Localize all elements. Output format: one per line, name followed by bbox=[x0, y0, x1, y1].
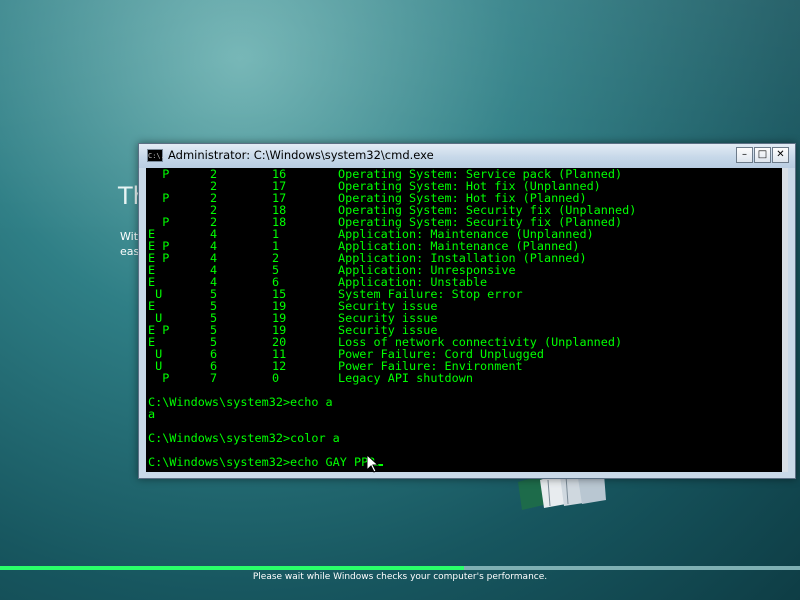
row-category: 2 bbox=[210, 203, 218, 217]
cmd-window[interactable]: C:\. Administrator: C:\Windows\system32\… bbox=[138, 143, 796, 479]
command-input-line[interactable]: C:\Windows\system32>echo GAY PPR bbox=[148, 456, 636, 468]
row-code: 18 bbox=[272, 215, 287, 229]
maximize-button[interactable]: □ bbox=[754, 147, 771, 163]
row-category: 4 bbox=[210, 263, 218, 277]
row-category: 5 bbox=[210, 323, 218, 337]
background-text-line1: Wit bbox=[120, 230, 139, 243]
status-message: Please wait while Windows checks your co… bbox=[252, 572, 548, 582]
row-category: 4 bbox=[210, 251, 218, 265]
minimize-button[interactable]: – bbox=[736, 147, 753, 163]
row-code: 0 bbox=[272, 371, 280, 385]
row-flags: P bbox=[148, 215, 170, 229]
close-button[interactable]: ✕ bbox=[772, 147, 789, 163]
mouse-pointer-icon bbox=[367, 455, 379, 473]
row-category: 4 bbox=[210, 275, 218, 289]
row-category: 6 bbox=[210, 359, 218, 373]
row-category: 2 bbox=[210, 168, 218, 181]
row-flags: E P bbox=[148, 251, 170, 265]
row-flags: E P bbox=[148, 323, 170, 337]
progress-fill bbox=[0, 566, 464, 570]
window-title: Administrator: C:\Windows\system32\cmd.e… bbox=[168, 148, 434, 162]
row-category: 6 bbox=[210, 347, 218, 361]
row-code: 1 bbox=[272, 227, 280, 241]
row-flags: U bbox=[148, 287, 163, 301]
row-code: 1 bbox=[272, 239, 280, 253]
progress-bar bbox=[0, 566, 800, 570]
console-line: a bbox=[148, 407, 156, 421]
row-category: 7 bbox=[210, 371, 218, 385]
command-input-text[interactable]: C:\Windows\system32>echo GAY PPR bbox=[148, 455, 375, 469]
row-category: 4 bbox=[210, 227, 218, 241]
row-description: Legacy API shutdown bbox=[338, 371, 473, 385]
row-code: 5 bbox=[272, 263, 280, 277]
row-code: 2 bbox=[272, 251, 280, 265]
row-code: 12 bbox=[272, 359, 287, 373]
scrollbar[interactable] bbox=[782, 168, 788, 472]
row-category: 2 bbox=[210, 215, 218, 229]
row-flags: P bbox=[148, 371, 170, 385]
row-category: 5 bbox=[210, 335, 218, 349]
background-text-line2: eas bbox=[120, 245, 140, 258]
row-category: 4 bbox=[210, 239, 218, 253]
console-line: C:\Windows\system32>echo a bbox=[148, 395, 333, 409]
row-category: 5 bbox=[210, 299, 218, 313]
row-category: 5 bbox=[210, 287, 218, 301]
row-category: 2 bbox=[210, 179, 218, 193]
console-area[interactable]: P 2 16 Operating System: Service pack (Plan… bbox=[146, 168, 782, 472]
row-flags: P bbox=[148, 168, 170, 181]
title-bar[interactable]: C:\. Administrator: C:\Windows\system32\… bbox=[139, 144, 795, 168]
console-output: P 2 16 Operating System: Service pack (Plan… bbox=[148, 168, 636, 468]
row-flags: P bbox=[148, 191, 170, 205]
row-flags: E bbox=[148, 263, 156, 277]
row-category: 5 bbox=[210, 311, 218, 325]
row-category: 2 bbox=[210, 191, 218, 205]
console-table-row: P 7 0 Legacy API shutdown bbox=[148, 372, 636, 384]
console-line: C:\Windows\system32>color a bbox=[148, 431, 340, 445]
cmd-icon[interactable]: C:\. bbox=[147, 149, 165, 162]
